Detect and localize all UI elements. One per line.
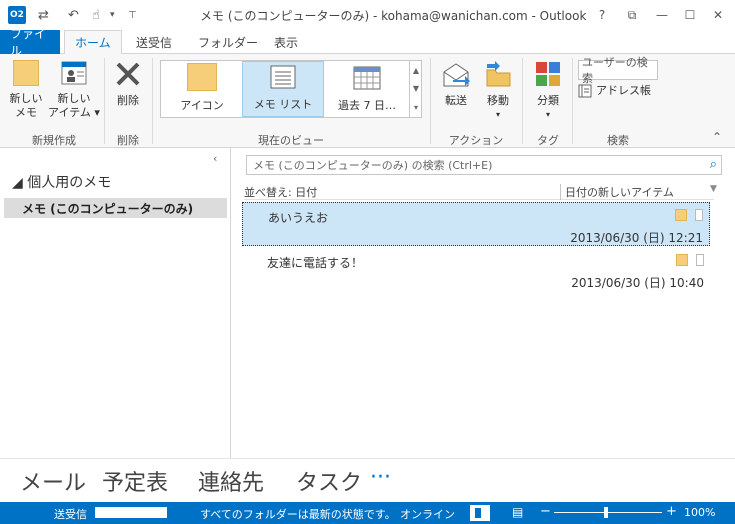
- note-icon: [675, 209, 687, 221]
- gallery-more-icon[interactable]: ▾: [414, 103, 418, 112]
- ribbon-display-options-button[interactable]: ⧉: [622, 6, 642, 24]
- ribbon-tabs: ファイル ホーム 送受信 フォルダー 表示: [0, 27, 735, 58]
- sort-bar: 並べ替え: 日付 日付の新しいアイテム ▼: [244, 182, 717, 200]
- tab-file[interactable]: ファイル: [0, 27, 60, 58]
- ribbon-separator: [104, 58, 105, 144]
- group-label-new: 新規作成: [32, 134, 76, 147]
- status-message: すべてのフォルダーは最新の状態です。: [200, 508, 396, 521]
- gallery-scroll[interactable]: ▲ ▼ ▾: [409, 61, 422, 117]
- touch-mode-icon[interactable]: ☝: [92, 6, 100, 24]
- move-button[interactable]: 移動 ▾: [480, 60, 516, 122]
- zoom-slider[interactable]: [554, 512, 662, 513]
- forward-button[interactable]: 転送: [436, 60, 476, 108]
- zoom-level[interactable]: 100%: [684, 506, 715, 519]
- nav-calendar[interactable]: 予定表: [102, 465, 168, 497]
- view-icon-button[interactable]: アイコン: [163, 61, 241, 117]
- folder-pane: ‹ ◢ 個人用のメモ メモ (このコンピューターのみ): [0, 148, 231, 458]
- search-icon[interactable]: ⌕: [710, 157, 717, 172]
- note-list-pane: メモ (このコンピューターのみ) の検索 (Ctrl+E) ⌕ 並べ替え: 日付…: [232, 148, 735, 458]
- note-list-icon: [270, 65, 296, 89]
- note-date: 2013/06/30 (日) 10:40: [571, 276, 704, 290]
- zoom-slider-thumb[interactable]: [604, 507, 608, 518]
- group-label-tags: タグ: [537, 134, 559, 147]
- group-label-current-view: 現在のビュー: [258, 134, 324, 147]
- normal-view-icon[interactable]: [470, 505, 490, 521]
- note-icon: [676, 254, 688, 266]
- new-items-icon: [61, 61, 87, 85]
- flag-icon[interactable]: [695, 209, 703, 221]
- title-bar: O2 ⇄ ↶ ☝ ▾ ⊤ メモ (このコンピューターのみ) - kohama@w…: [0, 0, 735, 30]
- group-label-find: 検索: [607, 134, 629, 147]
- send-receive-progress: [95, 507, 167, 518]
- minimize-button[interactable]: —: [652, 6, 672, 24]
- view-last-7-days-button[interactable]: 過去 7 日…: [326, 61, 408, 117]
- send-receive-status: 送受信: [54, 508, 87, 521]
- search-input[interactable]: メモ (このコンピューターのみ) の検索 (Ctrl+E) ⌕: [246, 155, 722, 175]
- forward-icon: [443, 63, 470, 87]
- tab-send-receive[interactable]: 送受信: [126, 30, 182, 54]
- folder-group-heading[interactable]: ◢ 個人用のメモ: [12, 172, 111, 192]
- customize-qat-icon[interactable]: ⊤: [128, 6, 137, 24]
- note-icon: [187, 63, 217, 91]
- current-view-gallery: アイコン メモ リスト 過去 7 日… ▲ ▼ ▾: [160, 60, 422, 118]
- help-button[interactable]: ?: [592, 6, 612, 24]
- zoom-out-button[interactable]: −: [540, 504, 551, 519]
- ribbon-separator: [572, 58, 573, 144]
- folder-item-notes[interactable]: メモ (このコンピューターのみ): [4, 198, 227, 218]
- note-list-item[interactable]: あいうえお 2013/06/30 (日) 12:21: [242, 202, 710, 246]
- flag-icon[interactable]: [696, 254, 704, 266]
- note-title: 友達に電話する！: [267, 256, 364, 270]
- nav-mail[interactable]: メール: [20, 465, 86, 497]
- new-items-button[interactable]: 新しい アイテム ▾: [48, 60, 100, 120]
- search-people-input[interactable]: ユーザーの検索: [578, 56, 658, 85]
- note-list-item[interactable]: 友達に電話する！ 2013/06/30 (日) 10:40: [242, 248, 710, 292]
- calendar-icon: [353, 66, 381, 90]
- tab-folder[interactable]: フォルダー: [188, 30, 268, 54]
- reading-view-icon[interactable]: ▤: [512, 505, 523, 519]
- nav-more-icon[interactable]: ···: [370, 465, 391, 490]
- chevron-down-icon[interactable]: ▼: [413, 84, 419, 93]
- categorize-button[interactable]: 分類 ▾: [528, 60, 568, 122]
- ribbon-separator: [152, 58, 153, 144]
- address-book-icon: [578, 84, 592, 98]
- new-note-button[interactable]: 新しい メモ: [6, 60, 46, 120]
- undo-icon[interactable]: ↶: [68, 6, 79, 24]
- ribbon-separator: [522, 58, 523, 144]
- ribbon: 新しい メモ 新しい アイテム ▾ 新規作成 削除 削除 アイコン メモ リスト…: [0, 54, 735, 148]
- tab-view[interactable]: 表示: [264, 30, 308, 54]
- group-label-actions: アクション: [448, 134, 504, 147]
- touch-mode-dropdown-icon[interactable]: ▾: [110, 6, 115, 24]
- sort-order-button[interactable]: 日付の新しいアイテム: [560, 184, 674, 200]
- connection-status: オンライン: [400, 508, 455, 521]
- tab-home[interactable]: ホーム: [64, 30, 122, 55]
- status-bar: 送受信 すべてのフォルダーは最新の状態です。 オンライン ▤ − + 100%: [0, 502, 735, 524]
- nav-people[interactable]: 連絡先: [198, 465, 264, 497]
- ribbon-separator: [430, 58, 431, 144]
- delete-x-icon: [116, 62, 140, 86]
- collapse-folder-pane-icon[interactable]: ‹: [213, 152, 217, 165]
- categorize-icon: [536, 62, 560, 86]
- sort-by-button[interactable]: 並べ替え: 日付: [244, 184, 317, 200]
- collapse-ribbon-icon[interactable]: ⌃: [712, 130, 722, 144]
- note-icon: [13, 60, 39, 86]
- outlook-logo-icon: O2: [8, 6, 26, 24]
- delete-button[interactable]: 削除: [108, 60, 148, 108]
- maximize-button[interactable]: ☐: [680, 6, 700, 24]
- close-button[interactable]: ✕: [708, 6, 728, 24]
- chevron-up-icon[interactable]: ▲: [413, 66, 419, 75]
- view-note-list-button[interactable]: メモ リスト: [242, 61, 324, 117]
- group-label-delete: 削除: [117, 134, 139, 147]
- zoom-in-button[interactable]: +: [666, 504, 677, 519]
- send-receive-icon[interactable]: ⇄: [38, 6, 49, 24]
- navigation-bar: メール 予定表 連絡先 タスク ···: [0, 458, 735, 502]
- move-folder-icon: [486, 61, 511, 87]
- window-title: メモ (このコンピューターのみ) - kohama@wanichan.com -…: [200, 9, 587, 23]
- nav-tasks[interactable]: タスク: [296, 465, 362, 497]
- note-date: 2013/06/30 (日) 12:21: [570, 231, 703, 245]
- sort-menu-icon[interactable]: ▼: [710, 184, 717, 194]
- note-title: あいうえお: [268, 211, 329, 225]
- address-book-button[interactable]: アドレス帳: [578, 84, 651, 98]
